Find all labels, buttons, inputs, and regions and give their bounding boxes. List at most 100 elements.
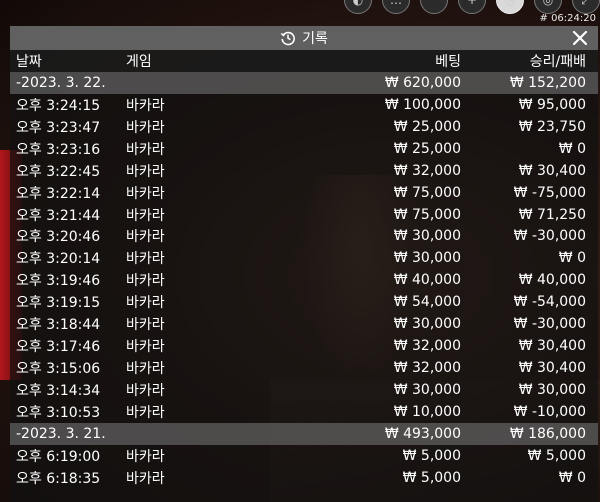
row-game: 바카라 [126,163,165,180]
quote-icon[interactable]: “ [420,0,448,14]
row-bet: ₩ 25,000 [393,140,461,157]
close-icon[interactable] [570,28,590,48]
row-time: 오후 3:23:16 [16,141,101,158]
row-bet: ₩ 30,000 [393,250,461,267]
row-game: 바카라 [126,317,165,334]
row-game: 바카라 [126,404,165,421]
history-clock-icon [280,30,296,46]
row-win: ₩ 30,400 [518,360,586,377]
table-row[interactable]: 오후 3:15:06 바카라 ₩ 32,000 ₩ 30,400 [10,357,598,379]
panel-title: 기록 [302,31,328,47]
row-win: ₩ 0 [558,250,586,267]
row-time: 오후 3:22:45 [16,163,101,180]
row-time: 오후 3:23:47 [16,119,101,136]
history-icon[interactable]: ◷ [496,0,524,14]
row-time: 오후 3:19:15 [16,295,101,312]
group-date: -2023. 3. 22. [16,74,106,91]
date-group-header[interactable]: -2023. 3. 21. ₩ 493,000 ₩ 186,000 [10,422,598,445]
table-row[interactable]: 오후 6:18:35 바카라 ₩ 5,000 ₩ 0 [10,467,598,489]
row-game: 바카라 [126,383,165,400]
table-row[interactable]: 오후 3:24:15 바카라 ₩ 100,000 ₩ 95,000 [10,94,598,116]
top-toolbar: ◐ … “ + ◷ ◎ ⤢ [344,0,600,14]
row-game: 바카라 [126,339,165,356]
row-win: ₩ 40,000 [518,272,586,289]
row-win: ₩ 0 [558,140,586,157]
table-row[interactable]: 오후 3:18:44 바카라 ₩ 30,000 ₩ -30,000 [10,313,598,335]
table-row[interactable]: 오후 3:14:34 바카라 ₩ 30,000 ₩ 30,000 [10,379,598,401]
settings-icon[interactable]: ◎ [534,0,562,14]
row-win: ₩ 5,000 [527,447,586,464]
table-row[interactable]: 오후 3:10:53 바카라 ₩ 10,000 ₩ -10,000 [10,401,598,423]
plus-icon[interactable]: + [458,0,486,14]
row-time: 오후 6:19:00 [16,448,101,465]
table-row[interactable]: 오후 3:20:46 바카라 ₩ 30,000 ₩ -30,000 [10,226,598,248]
zoom-icon[interactable]: ◐ [344,0,372,14]
column-header-date: 날짜 [16,53,42,70]
row-bet: ₩ 25,000 [393,118,461,135]
row-bet: ₩ 30,000 [393,316,461,333]
row-bet: ₩ 100,000 [384,96,461,113]
row-time: 오후 6:18:35 [16,470,101,487]
row-win: ₩ 0 [558,469,586,486]
row-bet: ₩ 32,000 [393,162,461,179]
table-row[interactable]: 오후 3:20:14 바카라 ₩ 30,000 ₩ 0 [10,247,598,269]
row-game: 바카라 [126,229,165,246]
column-header-bet: 베팅 [435,53,461,70]
row-bet: ₩ 30,000 [393,228,461,245]
date-group-header[interactable]: -2023. 3. 22. ₩ 620,000 ₩ 152,200 [10,71,598,94]
row-win: ₩ 30,400 [518,338,586,355]
row-time: 오후 3:17:46 [16,339,101,356]
row-game: 바카라 [126,295,165,312]
row-bet: ₩ 10,000 [393,403,461,420]
row-win: ₩ 71,250 [518,206,586,223]
row-win: ₩ -30,000 [513,316,586,333]
table-row[interactable]: 오후 3:17:46 바카라 ₩ 32,000 ₩ 30,400 [10,335,598,357]
group-bet-total: ₩ 620,000 [384,74,461,91]
table-row[interactable]: 오후 3:22:45 바카라 ₩ 32,000 ₩ 30,400 [10,160,598,182]
row-game: 바카라 [126,470,165,487]
row-win: ₩ -54,000 [513,294,586,311]
row-time: 오후 3:15:06 [16,361,101,378]
group-win-total: ₩ 186,000 [509,425,586,442]
table-row[interactable]: 오후 3:22:14 바카라 ₩ 75,000 ₩ -75,000 [10,182,598,204]
row-game: 바카라 [126,141,165,158]
group-win-total: ₩ 152,200 [509,74,586,91]
group-bet-total: ₩ 493,000 [384,425,461,442]
table-row[interactable]: 오후 3:19:15 바카라 ₩ 54,000 ₩ -54,000 [10,291,598,313]
row-win: ₩ 95,000 [518,96,586,113]
expand-icon[interactable]: ⤢ [572,0,600,14]
row-game: 바카라 [126,207,165,224]
row-time: 오후 3:21:44 [16,207,101,224]
row-win: ₩ -75,000 [513,184,586,201]
row-win: ₩ 23,750 [518,118,586,135]
history-titlebar: 기록 [10,26,598,50]
row-time: 오후 3:20:46 [16,229,101,246]
row-time: 오후 3:10:53 [16,404,101,421]
group-date: -2023. 3. 21. [16,425,106,442]
table-row[interactable]: 오후 3:23:16 바카라 ₩ 25,000 ₩ 0 [10,138,598,160]
history-panel: 기록 날짜 게임 베팅 승리/패배 -2023. 3. 22. ₩ 620,00… [10,26,598,502]
round-timestamp: # 06:24:20 [539,13,596,24]
row-game: 바카라 [126,361,165,378]
row-time: 오후 3:22:14 [16,185,101,202]
row-bet: ₩ 54,000 [393,294,461,311]
row-game: 바카라 [126,185,165,202]
row-game: 바카라 [126,251,165,268]
row-time: 오후 3:14:34 [16,383,101,400]
row-bet: ₩ 5,000 [402,469,461,486]
row-time: 오후 3:24:15 [16,97,101,114]
row-bet: ₩ 40,000 [393,272,461,289]
table-header: 날짜 게임 베팅 승리/패배 [10,50,598,72]
column-header-win: 승리/패배 [529,53,586,70]
row-bet: ₩ 75,000 [393,206,461,223]
row-time: 오후 3:18:44 [16,317,101,334]
table-row[interactable]: 오후 3:23:47 바카라 ₩ 25,000 ₩ 23,750 [10,116,598,138]
row-time: 오후 3:20:14 [16,251,101,268]
table-row[interactable]: 오후 3:21:44 바카라 ₩ 75,000 ₩ 71,250 [10,204,598,226]
table-row[interactable]: 오후 3:19:46 바카라 ₩ 40,000 ₩ 40,000 [10,269,598,291]
table-row[interactable]: 오후 6:19:00 바카라 ₩ 5,000 ₩ 5,000 [10,445,598,467]
row-game: 바카라 [126,119,165,136]
row-game: 바카라 [126,273,165,290]
row-win: ₩ 30,000 [518,382,586,399]
chat-icon[interactable]: … [382,0,410,14]
